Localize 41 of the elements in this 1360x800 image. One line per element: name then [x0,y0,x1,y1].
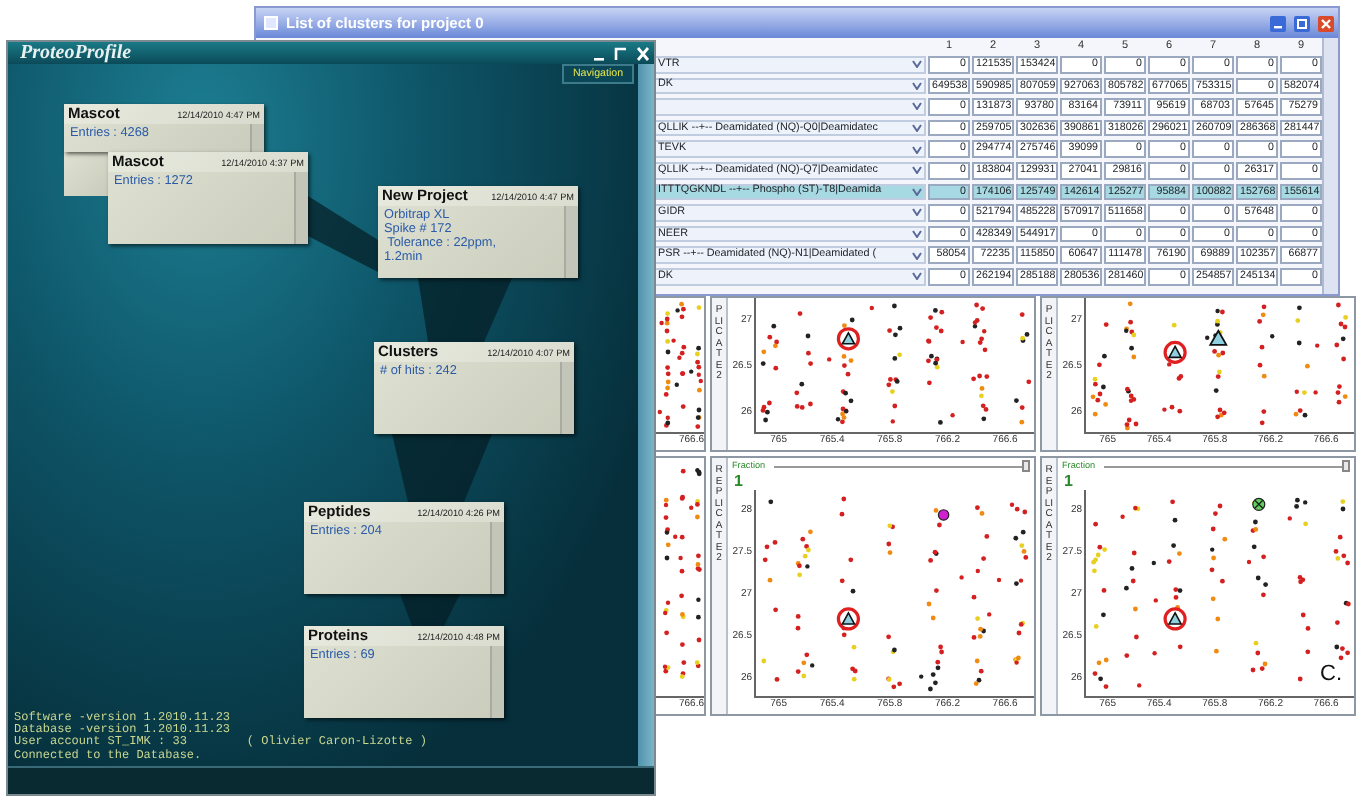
slider-thumb[interactable] [1022,459,1030,471]
circled-triangle-marker [1163,607,1187,631]
caret-icon [912,124,922,133]
scrollbar[interactable] [564,206,578,278]
caret-icon [912,81,922,90]
panel-letter: C. [1320,664,1342,686]
crossed-circle-marker [1252,497,1266,511]
app-title: ProteoProfile [20,43,132,63]
close-icon[interactable] [1318,15,1334,31]
window-icon [264,16,278,30]
caret-icon [912,166,922,175]
caret-icon [912,102,922,111]
card-background [64,152,108,196]
scrollbar[interactable] [294,172,308,244]
caret-icon [912,187,922,196]
caret-icon [912,251,922,260]
minimize-icon[interactable] [1270,15,1286,31]
slider-thumb[interactable] [1342,459,1350,471]
scrollbar[interactable] [638,64,654,766]
row-dropdown[interactable] [654,98,926,116]
scatter-points [657,301,703,429]
circled-triangle-marker [836,607,860,631]
fraction-number: 1 [732,472,745,490]
scrollbar[interactable] [490,646,504,718]
scrollbar[interactable] [1322,38,1338,294]
maximize-icon[interactable] [1294,15,1310,31]
close-icon[interactable] [636,45,650,61]
scrollbar[interactable] [560,362,574,434]
fraction-number: 1 [1062,472,1075,490]
scrollbar[interactable] [490,522,504,594]
caret-icon [912,230,922,239]
maximize-icon[interactable] [614,45,628,61]
circled-triangle-marker [836,327,860,351]
dot-marker [937,509,950,521]
caret-icon [912,145,922,154]
caret-icon [912,272,922,281]
triangle-marker [1208,329,1228,346]
caret-icon [912,60,922,69]
scrollbar[interactable] [250,124,264,152]
circled-triangle-marker [1163,340,1187,364]
caret-icon [912,208,922,217]
